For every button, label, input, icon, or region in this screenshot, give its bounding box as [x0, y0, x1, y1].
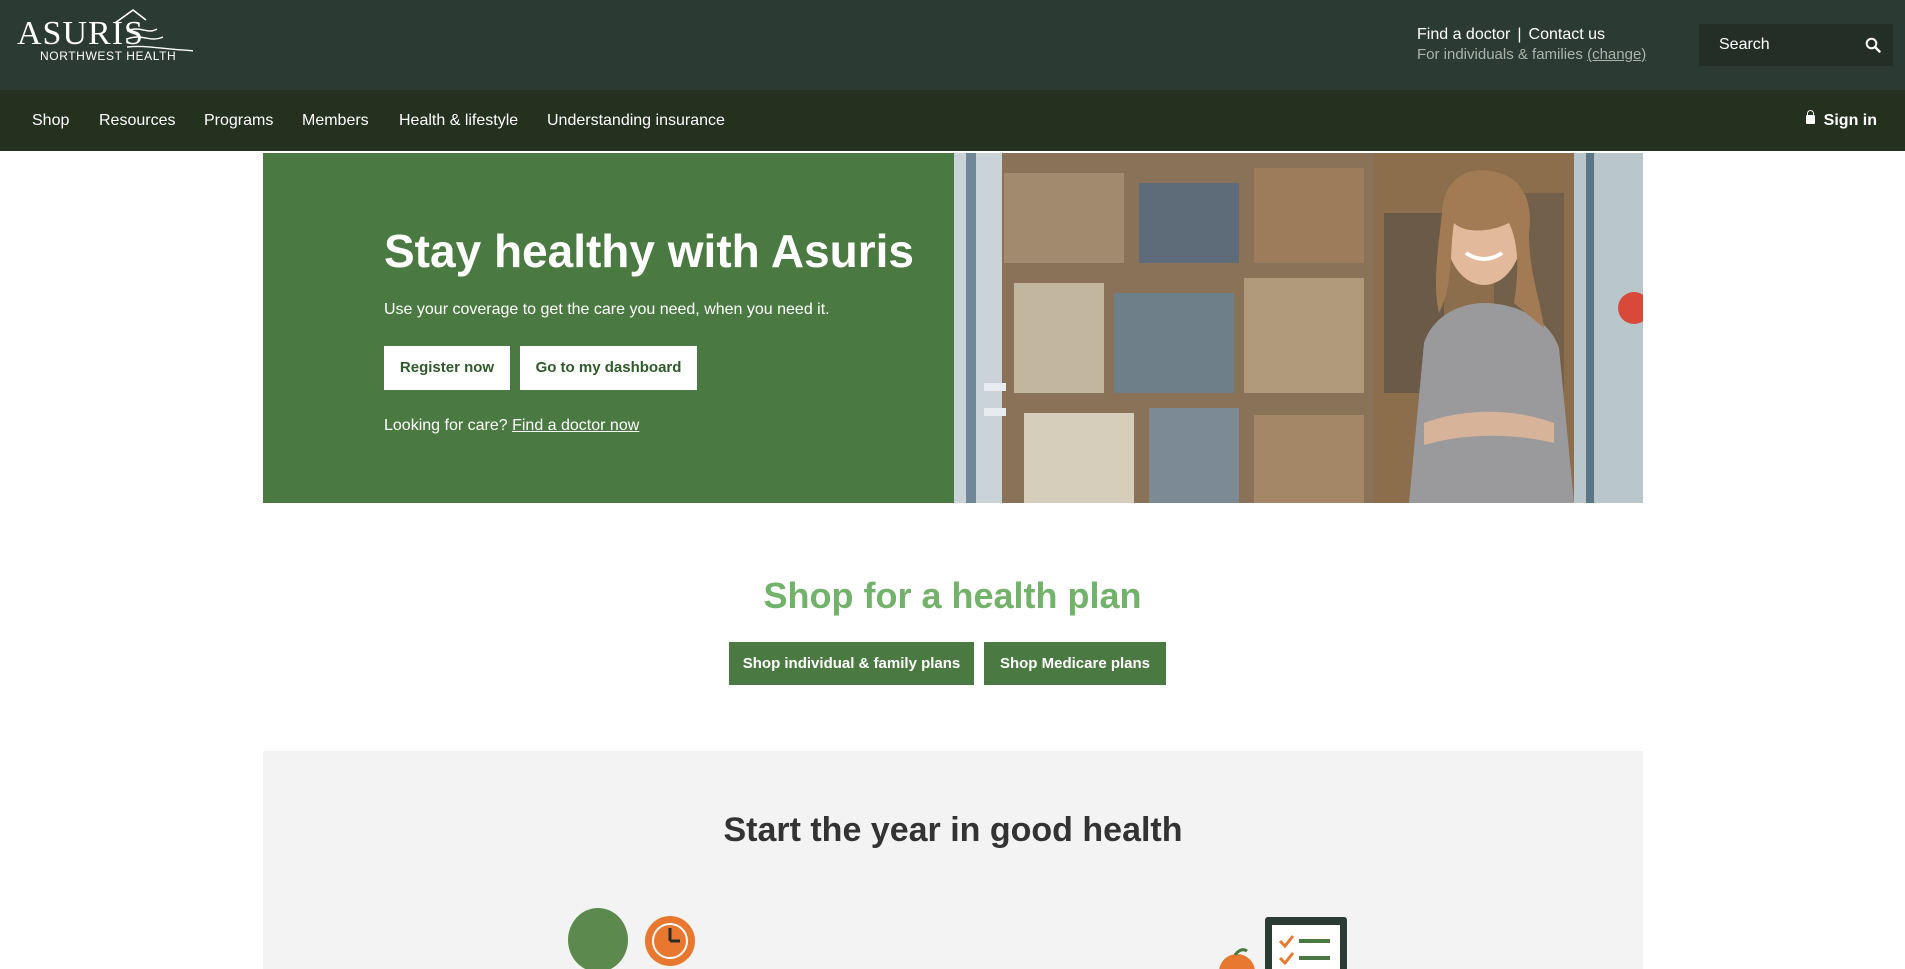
checklist-icon [1219, 917, 1347, 969]
audience-selector: For individuals & families (change) [1417, 45, 1646, 65]
nav-item-resources[interactable]: Resources [99, 111, 175, 131]
nav-item-understanding-insurance[interactable]: Understanding insurance [547, 111, 725, 131]
lock-icon [1805, 110, 1815, 124]
register-now-button[interactable]: Register now [384, 346, 510, 390]
shop-section-title: Shop for a health plan [763, 575, 1142, 616]
audience-label: For individuals & families [1417, 46, 1583, 63]
main-nav: Shop Resources Programs Members Health &… [0, 90, 1905, 152]
utility-separator: | [1517, 26, 1522, 43]
nav-item-programs[interactable]: Programs [204, 111, 273, 131]
care-prompt: Looking for care? [384, 417, 508, 434]
dashboard-button[interactable]: Go to my dashboard [520, 346, 697, 390]
audience-change-link[interactable]: (change) [1587, 46, 1646, 63]
search-icon[interactable] [1865, 37, 1881, 53]
sign-in-link[interactable]: Sign in [1805, 110, 1877, 131]
hero-banner: Stay healthy with Asuris Use your covera… [263, 153, 1643, 503]
asuris-logo[interactable]: ASURIS NORTHWEST HEALTH [17, 9, 193, 63]
search-placeholder: Search [1719, 36, 1770, 53]
nav-item-members[interactable]: Members [302, 111, 369, 131]
hero-care-line: Looking for care? Find a doctor now [384, 416, 639, 436]
woman-in-bookstore-image [954, 153, 1643, 503]
shop-individual-family-button[interactable]: Shop individual & family plans [729, 642, 974, 685]
sign-in-label: Sign in [1823, 112, 1877, 129]
hero-subtitle: Use your coverage to get the care you ne… [384, 301, 830, 318]
top-header: ASURIS NORTHWEST HEALTH Find a doctor | Co… [0, 0, 1905, 90]
search-input[interactable]: Search [1699, 24, 1893, 66]
hero-photo [954, 153, 1643, 503]
apple-clock-icon [568, 908, 695, 969]
utility-links: Find a doctor | Contact us [1417, 25, 1605, 45]
find-doctor-link[interactable]: Find a doctor [1417, 26, 1510, 43]
hero-title: Stay healthy with Asuris [384, 225, 914, 277]
shop-medicare-button[interactable]: Shop Medicare plans [984, 642, 1166, 685]
logo-tagline: NORTHWEST HEALTH [40, 49, 177, 63]
nav-item-shop[interactable]: Shop [32, 111, 69, 131]
hero-panel: Stay healthy with Asuris Use your covera… [263, 153, 954, 503]
find-doctor-now-link[interactable]: Find a doctor now [512, 417, 639, 434]
contact-us-link[interactable]: Contact us [1529, 26, 1605, 43]
wellness-section: Start the year in good health [263, 751, 1643, 969]
nav-item-health-lifestyle[interactable]: Health & lifestyle [399, 111, 518, 131]
wellness-title: Start the year in good health [723, 811, 1183, 849]
